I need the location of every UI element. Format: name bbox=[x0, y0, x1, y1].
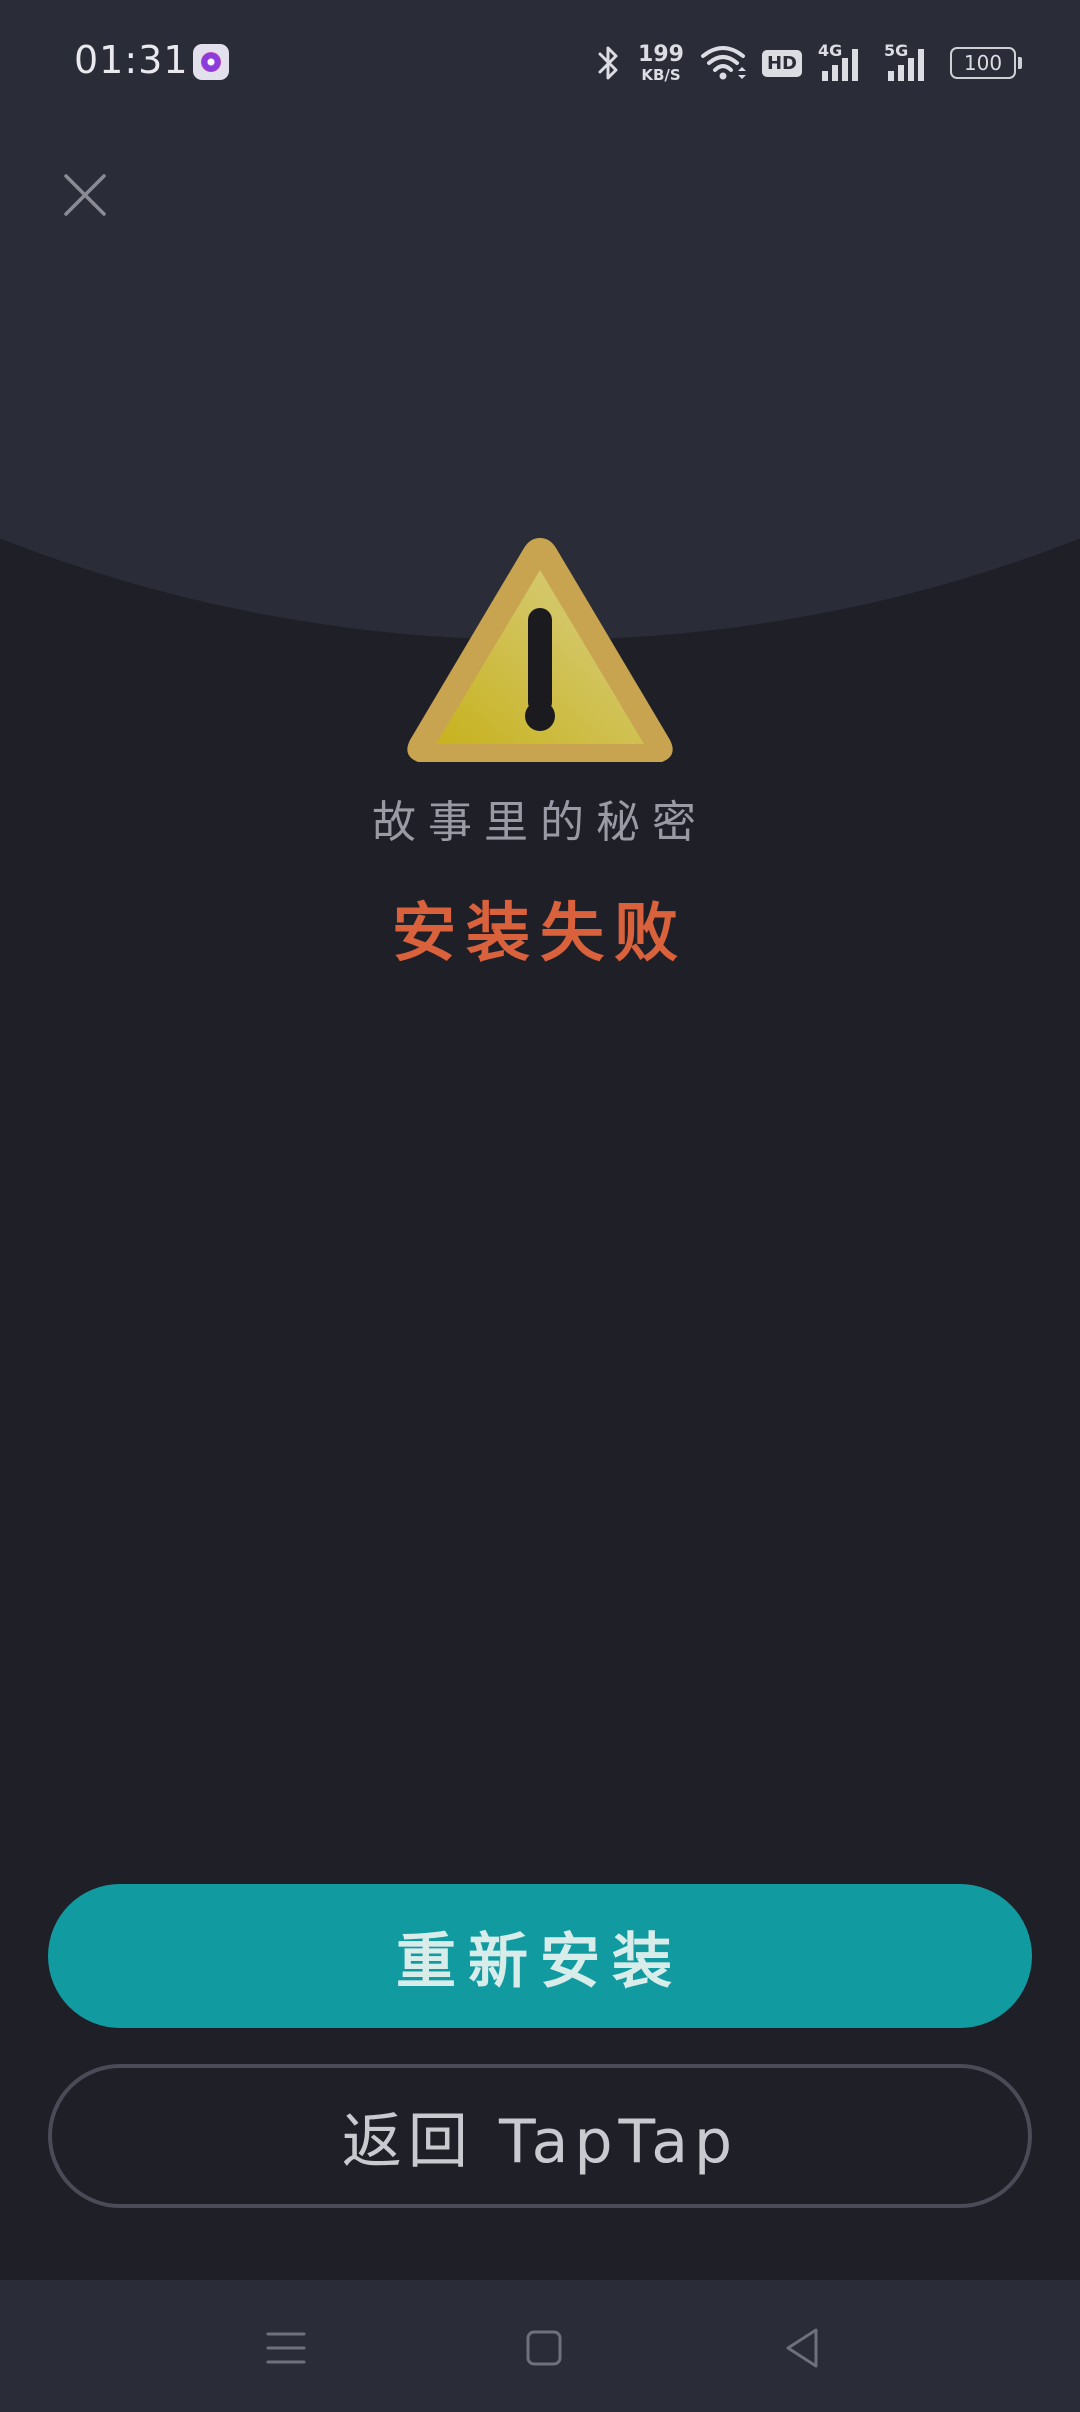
back-icon bbox=[786, 2328, 818, 2368]
home-icon bbox=[526, 2330, 562, 2366]
install-failed-title: 安装失败 bbox=[392, 896, 688, 971]
network-speed-value: 199 bbox=[638, 41, 684, 67]
back-to-taptap-button[interactable]: 返回 TapTap bbox=[48, 2064, 1032, 2208]
hd-icon: HD bbox=[761, 49, 802, 77]
battery-icon: 100 bbox=[950, 47, 1022, 79]
battery-level: 100 bbox=[963, 51, 1003, 75]
back-nav-button[interactable] bbox=[778, 2324, 826, 2372]
status-time: 01:31 bbox=[74, 38, 189, 82]
app-notification-icon bbox=[193, 44, 229, 80]
signal-5g-icon: 5G bbox=[884, 41, 934, 83]
close-icon bbox=[64, 174, 106, 216]
reinstall-button[interactable]: 重新安装 bbox=[48, 1884, 1032, 2028]
close-button[interactable] bbox=[62, 172, 108, 218]
wifi-icon bbox=[700, 46, 746, 80]
game-name: 故事里的秘密 bbox=[372, 797, 708, 848]
network-speed: 199 KB/S bbox=[638, 41, 684, 84]
navigation-bar bbox=[0, 2280, 1080, 2412]
network-speed-unit: KB/S bbox=[641, 65, 681, 84]
install-failed-screen: 01:31 199 KB/S HD 4G 5G 100 故事里的秘密 安装失败 … bbox=[0, 0, 1080, 2412]
warning-triangle-icon bbox=[407, 538, 673, 762]
menu-icon bbox=[266, 2332, 306, 2364]
home-button[interactable] bbox=[520, 2324, 568, 2372]
bluetooth-icon bbox=[598, 46, 618, 80]
menu-button[interactable] bbox=[262, 2324, 310, 2372]
status-bar: 01:31 199 KB/S HD 4G 5G 100 bbox=[0, 0, 1080, 126]
status-icons: 199 KB/S HD 4G 5G 100 bbox=[596, 38, 1022, 88]
signal-4g-icon: 4G bbox=[818, 41, 868, 83]
